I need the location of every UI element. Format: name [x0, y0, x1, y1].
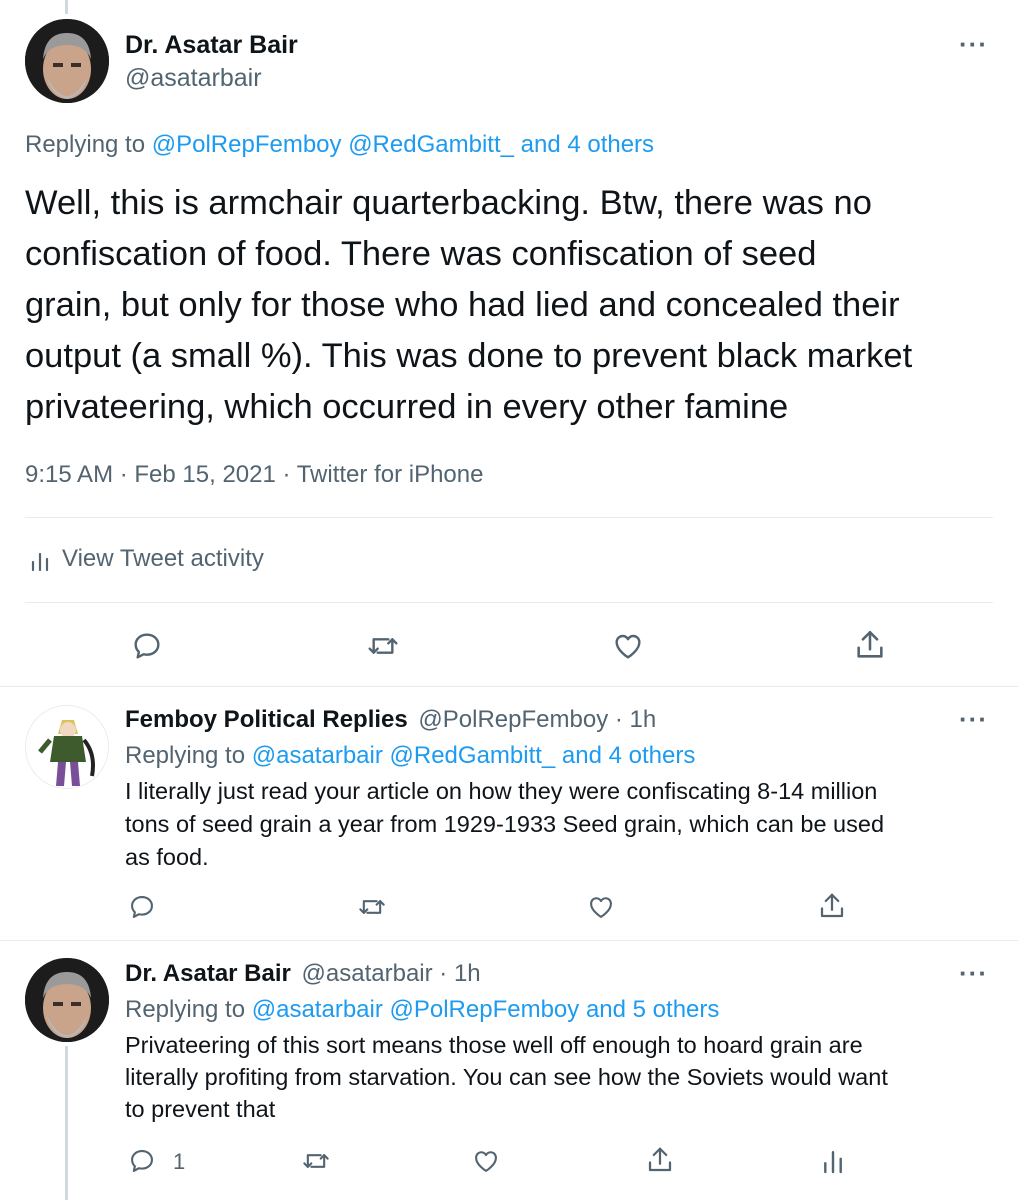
more-icon[interactable]: ···: [959, 958, 988, 989]
more-icon[interactable]: ···: [959, 704, 988, 735]
view-tweet-activity[interactable]: View Tweet activity: [30, 545, 264, 573]
tweet-text-line: literally profiting from starvation. You…: [125, 1064, 888, 1090]
tweet-text-line: Well, this is armchair quarterbacking. B…: [25, 184, 872, 222]
tweet-text-line: grain, but only for those who had lied a…: [25, 286, 900, 324]
like-icon[interactable]: [586, 893, 616, 921]
replying-to-label: Replying to: [125, 996, 246, 1023]
replying-to: Replying to @asatarbair @PolRepFemboy an…: [125, 996, 719, 1024]
avatar[interactable]: [25, 19, 109, 103]
tweet-text-line: output (a small %). This was done to pre…: [25, 337, 913, 375]
reply-icon[interactable]: [128, 1147, 156, 1175]
share-icon[interactable]: [817, 891, 847, 921]
reply-mentions-link[interactable]: @PolRepFemboy @RedGambitt_ and 4 others: [152, 131, 654, 158]
replying-to-label: Replying to: [125, 742, 246, 769]
divider: [0, 686, 1018, 687]
tweet-meta: 9:15 AM · Feb 15, 2021 · Twitter for iPh…: [25, 461, 484, 488]
tweet-text-line: to prevent that: [125, 1096, 276, 1122]
like-icon[interactable]: [471, 1147, 501, 1175]
author-name[interactable]: Dr. Asatar Bair: [125, 960, 291, 987]
tweet-text-line: Privateering of this sort means those we…: [125, 1032, 863, 1058]
author-handle-time[interactable]: @PolRepFemboy · 1h: [418, 706, 656, 733]
retweet-icon[interactable]: [356, 893, 388, 921]
retweet-icon[interactable]: [300, 1147, 332, 1175]
thread-line-bottom: [65, 1046, 68, 1200]
retweet-icon[interactable]: [365, 630, 401, 662]
tweet-text-line: confiscation of food. There was confisca…: [25, 235, 817, 273]
author-name[interactable]: Femboy Political Replies: [125, 706, 408, 733]
reply-icon[interactable]: [131, 630, 163, 662]
reply-mentions-link[interactable]: @asatarbair @PolRepFemboy and 5 others: [252, 996, 720, 1023]
analytics-icon: [30, 548, 50, 572]
share-icon[interactable]: [645, 1145, 675, 1175]
tweet-text-line: privateering, which occurred in every ot…: [25, 388, 789, 426]
like-icon[interactable]: [611, 630, 645, 662]
reply-header: Dr. Asatar Bair @asatarbair · 1h: [125, 960, 481, 988]
tweet-text-line: I literally just read your article on ho…: [125, 778, 878, 804]
avatar[interactable]: [25, 958, 109, 1042]
reply-icon[interactable]: [128, 893, 156, 921]
replying-to: Replying to @asatarbair @RedGambitt_ and…: [125, 742, 695, 770]
tweet-text-line: tons of seed grain a year from 1929-1933…: [125, 811, 885, 837]
share-icon[interactable]: [853, 628, 887, 662]
reply-mentions-link[interactable]: @asatarbair @RedGambitt_ and 4 others: [252, 742, 696, 769]
replying-to: Replying to @PolRepFemboy @RedGambitt_ a…: [25, 131, 654, 159]
avatar[interactable]: [25, 705, 109, 789]
author-name[interactable]: Dr. Asatar Bair: [125, 31, 298, 60]
tweet-text-line: as food.: [125, 844, 209, 870]
view-tweet-activity-label: View Tweet activity: [62, 545, 264, 572]
thread-line-top: [65, 0, 68, 14]
divider: [25, 602, 993, 603]
divider: [25, 517, 993, 518]
author-handle[interactable]: @asatarbair: [125, 64, 262, 93]
reply-header: Femboy Political Replies @PolRepFemboy ·…: [125, 706, 656, 734]
replying-to-label: Replying to: [25, 131, 146, 158]
reply-count: 1: [173, 1149, 186, 1174]
more-icon[interactable]: ···: [959, 29, 988, 60]
author-handle-time[interactable]: @asatarbair · 1h: [302, 960, 481, 987]
divider: [0, 940, 1018, 941]
analytics-icon[interactable]: [822, 1147, 844, 1175]
